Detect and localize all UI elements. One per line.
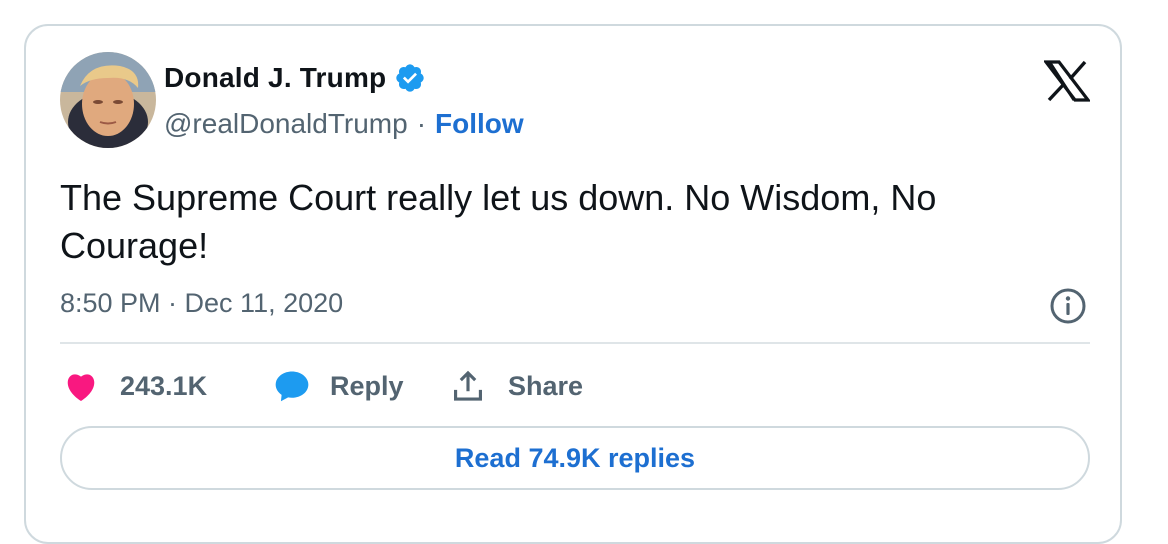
reply-button[interactable]: Reply	[274, 369, 452, 403]
read-replies-button[interactable]: Read 74.9K replies	[60, 426, 1090, 490]
read-replies-label: Read 74.9K replies	[454, 442, 696, 473]
handle-row: @realDonaldTrump · Follow	[164, 108, 524, 140]
follow-button[interactable]: Follow	[435, 108, 524, 140]
like-button[interactable]: 243.1K	[64, 370, 274, 402]
share-button[interactable]: Share	[452, 369, 583, 403]
like-count: 243.1K	[120, 370, 208, 401]
tweet-card: Donald J. Trump @realDonaldTrump · Follo…	[24, 24, 1122, 544]
separator-dot: ·	[416, 108, 427, 139]
handle[interactable]: @realDonaldTrump	[164, 108, 408, 140]
share-label: Share	[508, 370, 584, 401]
author-name-row: Donald J. Trump	[164, 62, 426, 94]
verified-badge-icon	[396, 64, 425, 92]
avatar-image	[60, 52, 156, 148]
display-name[interactable]: Donald J. Trump	[164, 62, 386, 94]
heart-icon	[67, 374, 95, 402]
action-bar: 243.1K Reply Share	[64, 366, 583, 406]
avatar[interactable]	[60, 52, 156, 148]
info-icon[interactable]	[1048, 286, 1088, 326]
reply-label: Reply	[330, 370, 404, 401]
tweet-timestamp[interactable]: 8:50 PM · Dec 11, 2020	[60, 288, 343, 319]
divider	[60, 342, 1090, 344]
x-logo-icon[interactable]	[1044, 60, 1090, 102]
share-upload-icon	[454, 370, 482, 401]
tweet-text: The Supreme Court really let us down. No…	[60, 177, 937, 266]
speech-bubble-icon	[275, 371, 309, 402]
